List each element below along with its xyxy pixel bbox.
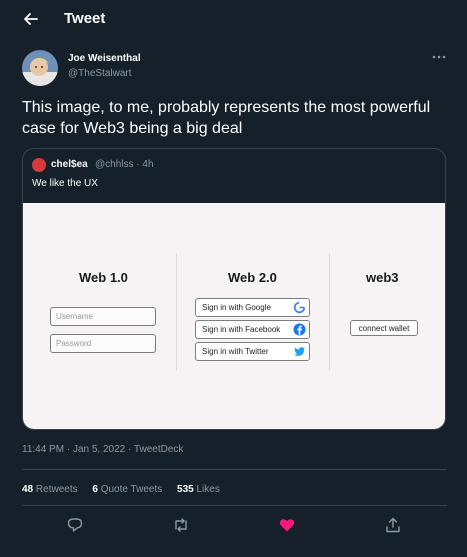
likes-count: 535 [177,484,194,495]
quote-author-handle: @chhlss · 4h [95,159,154,170]
google-signin-label: Sign in with Google [202,303,271,312]
google-signin-button: Sign in with Google [195,298,310,317]
retweets-stat[interactable]: 48 Retweets [22,484,78,495]
twitter-bird-icon [294,347,305,356]
retweets-label: Retweets [35,484,78,495]
web3-title: web3 [366,270,399,285]
share-icon[interactable] [384,516,402,534]
connect-wallet-button: connect wallet [350,320,418,336]
reply-icon[interactable] [66,516,84,534]
divider [22,505,447,506]
likes-stat[interactable]: 535 Likes [177,484,220,495]
password-field: Password [50,334,156,353]
retweets-count: 48 [22,484,34,495]
tweet-text: This image, to me, probably represents t… [22,99,431,137]
quote-avatar [32,158,46,172]
quote-image[interactable]: Web 1.0 Username Password Web 2.0 Sign i… [23,203,445,429]
quotes-count: 6 [92,484,98,495]
facebook-signin-label: Sign in with Facebook [202,325,281,334]
quotes-label: Quote Tweets [100,484,163,495]
arrow-left-icon[interactable] [22,10,40,28]
header: Tweet [0,0,467,40]
twitter-signin-button: Sign in with Twitter [195,342,310,361]
tweet-timestamp[interactable]: 11:44 PM · Jan 5, 2022 · TweetDeck [22,444,183,455]
page-title: Tweet [64,10,106,27]
heart-filled-icon[interactable] [278,516,296,534]
quote-author-name: chel$ea [51,159,88,170]
author-name[interactable]: Joe Weisenthal [68,53,141,64]
facebook-signin-button: Sign in with Facebook [195,320,310,339]
quoted-tweet[interactable]: chel$ea @chhlss · 4h We like the UX Web … [22,148,446,430]
column-divider [329,253,330,371]
more-horizontal-icon[interactable] [432,52,446,62]
username-field: Username [50,307,156,326]
likes-label: Likes [196,484,220,495]
divider [22,469,447,470]
quote-text: We like the UX [32,178,98,189]
web1-title: Web 1.0 [79,270,128,285]
facebook-icon [293,323,306,336]
twitter-signin-label: Sign in with Twitter [202,347,269,356]
tweet-stats: 48 Retweets 6 Quote Tweets 535 Likes [22,484,232,495]
web2-title: Web 2.0 [228,270,277,285]
author-handle[interactable]: @TheStalwart [68,68,132,79]
google-icon [293,301,306,314]
column-divider [176,253,177,371]
quote-tweets-stat[interactable]: 6 Quote Tweets [92,484,162,495]
avatar[interactable] [22,50,58,86]
retweet-icon[interactable] [172,516,190,534]
